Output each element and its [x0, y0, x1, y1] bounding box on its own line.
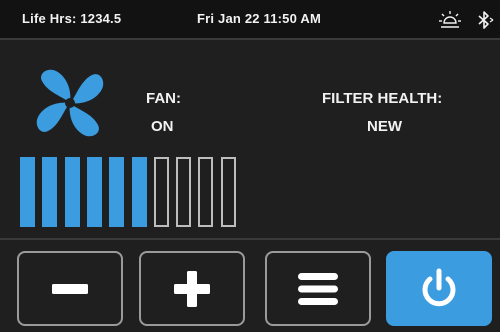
speed-segment: [153, 157, 169, 227]
menu-button[interactable]: [265, 251, 371, 326]
speed-segment: [131, 157, 147, 227]
fan-label: FAN:: [146, 90, 181, 107]
speed-segment: [220, 157, 236, 227]
power-button[interactable]: [386, 251, 492, 326]
speed-segment: [198, 157, 214, 227]
speed-segment: [86, 157, 102, 227]
divider: [0, 238, 500, 240]
increase-button[interactable]: [139, 251, 245, 326]
filter-health-label: FILTER HEALTH:: [322, 90, 443, 107]
bluetooth-icon[interactable]: [474, 9, 496, 31]
power-icon: [422, 268, 456, 306]
life-hours-readout: Life Hrs: 1234.5: [22, 11, 122, 26]
decrease-button[interactable]: [17, 251, 123, 326]
speed-segment: [20, 157, 35, 227]
thermostat-screen: Life Hrs: 1234.5 Fri Jan 22 11:50 AM FAN…: [0, 0, 500, 332]
fan-state: ON: [151, 118, 174, 135]
speed-segment: [64, 157, 80, 227]
speed-segment: [176, 157, 192, 227]
plus-icon: [174, 270, 210, 307]
speed-segment: [42, 157, 58, 227]
minus-icon: [52, 283, 88, 294]
sun-icon[interactable]: [438, 8, 462, 32]
fan-icon: [36, 69, 104, 137]
filter-health-state: NEW: [367, 118, 402, 135]
fan-speed-bar: [20, 157, 250, 227]
speed-segment: [109, 157, 125, 227]
date-time-readout: Fri Jan 22 11:50 AM: [197, 11, 321, 26]
menu-icon: [298, 272, 338, 305]
status-bar: Life Hrs: 1234.5 Fri Jan 22 11:50 AM: [0, 0, 500, 40]
